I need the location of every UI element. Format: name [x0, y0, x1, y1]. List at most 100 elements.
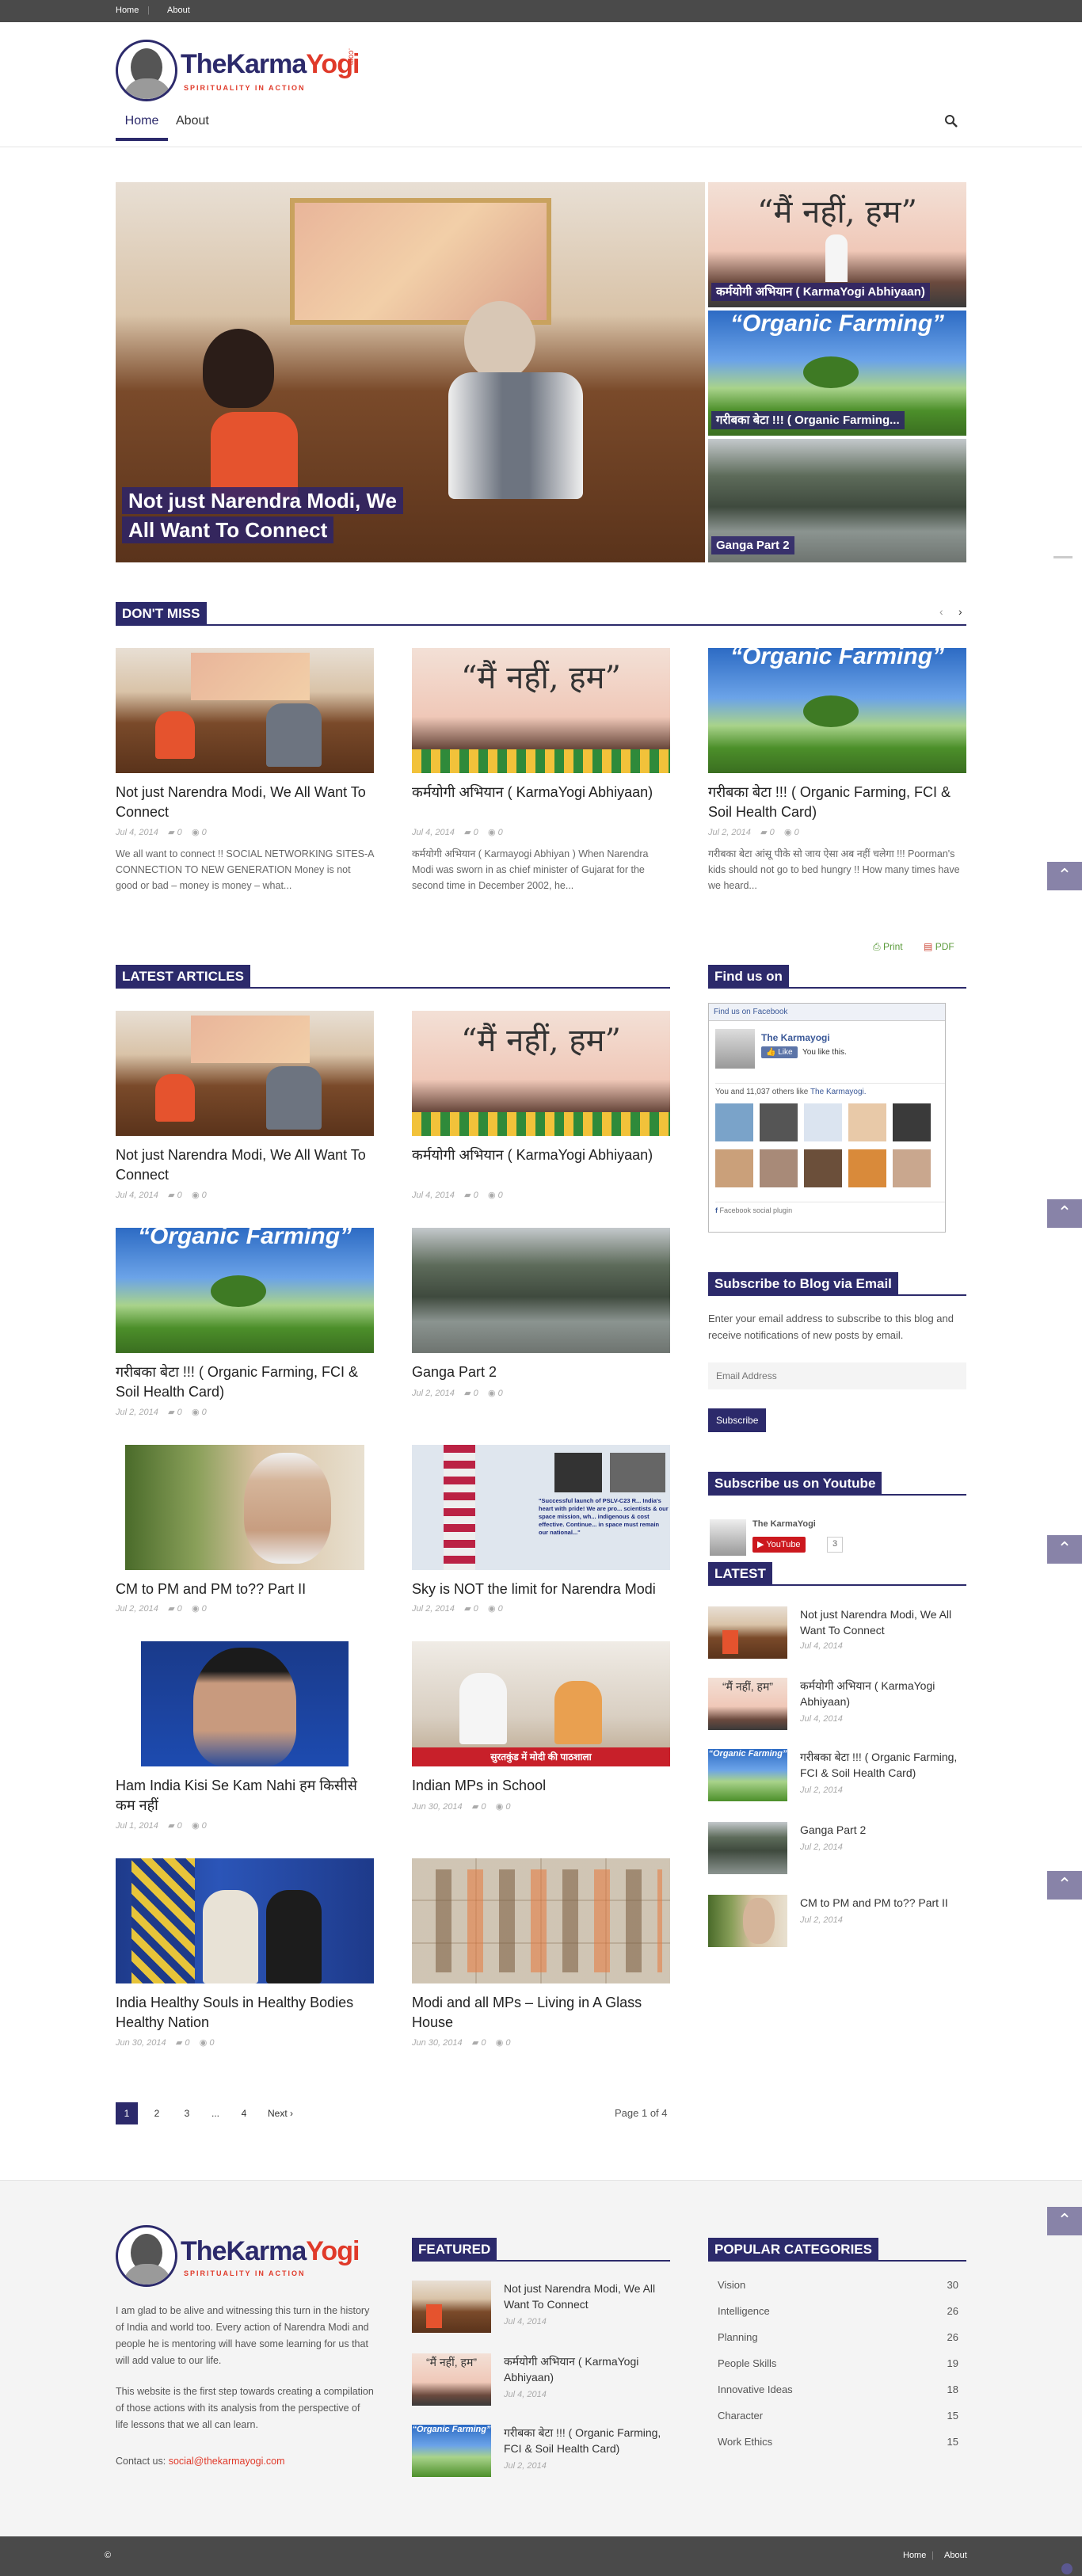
page-3-button[interactable]: 3 [176, 2102, 198, 2124]
bottom-about-link[interactable]: About [944, 2551, 967, 2560]
fan-avatar[interactable] [848, 1103, 886, 1141]
fan-avatar[interactable] [760, 1149, 798, 1187]
hero-side-3[interactable]: Ganga Part 2 [708, 439, 966, 562]
dont-miss-title-3[interactable]: गरीबका बेटा !!! ( Organic Farming, FCI &… [708, 783, 966, 822]
scroll-up-button-2[interactable]: ⌃ [1047, 1199, 1082, 1228]
latest-thumb-4[interactable] [412, 1228, 670, 1353]
hero-side-1-caption[interactable]: कर्मयोगी अभियान ( KarmaYogi Abhiyaan) [711, 283, 930, 301]
yt-subscribe-button[interactable]: ▶ YouTube [752, 1537, 806, 1553]
hero-side-3-caption[interactable]: Ganga Part 2 [711, 536, 794, 554]
featured-title-3[interactable]: गरीबका बेटा !!! ( Organic Farming, FCI &… [504, 2425, 670, 2456]
nav-about[interactable]: About [176, 114, 209, 128]
fb-like-button[interactable]: 👍 Like [761, 1046, 798, 1058]
scroll-up-button-4[interactable]: ⌃ [1047, 1871, 1082, 1900]
scroll-up-button[interactable]: ⌃ [1047, 862, 1082, 890]
fan-avatar[interactable] [804, 1149, 842, 1187]
latest-thumb-6[interactable]: "Successful launch of PSLV-C23 R... Indi… [412, 1445, 670, 1570]
latest-title-7[interactable]: Ham India Kisi Se Kam Nahi हम किसीसे कम … [116, 1776, 374, 1816]
scroll-up-button-5[interactable]: ⌃ [1047, 2207, 1082, 2235]
featured-thumb-2[interactable]: “मैं नहीं, हम” [412, 2353, 491, 2406]
latest-thumb-7[interactable] [141, 1641, 349, 1766]
latest-title-6[interactable]: Sky is NOT the limit for Narendra Modi [412, 1580, 670, 1599]
category-item[interactable]: Vision 30 [708, 2279, 966, 2305]
hero-side-2-caption[interactable]: गरीबका बेटा !!! ( Organic Farming... [711, 411, 905, 429]
logo-wordmark[interactable]: TheKarmaYogi [181, 49, 360, 80]
footer-logo-wordmark[interactable]: TheKarmaYogi [181, 2236, 360, 2267]
carousel-prev-icon[interactable]: ‹ [939, 605, 943, 618]
latest-thumb-2[interactable]: “मैं नहीं, हम” [412, 1011, 670, 1136]
scroll-up-button-3[interactable]: ⌃ [1047, 1535, 1082, 1564]
dont-miss-thumb-1[interactable] [116, 648, 374, 773]
latest-thumb-9[interactable] [116, 1858, 374, 1983]
fb-page-avatar[interactable] [715, 1029, 755, 1069]
nav-home[interactable]: Home [116, 114, 168, 141]
category-item[interactable]: Innovative Ideas 18 [708, 2384, 966, 2410]
hero-main-title[interactable]: Not just Narendra Modi, We All Want To C… [122, 486, 407, 545]
fan-avatar[interactable] [848, 1149, 886, 1187]
latest-title-2[interactable]: कर्मयोगी अभियान ( KarmaYogi Abhiyaan) [412, 1145, 670, 1165]
fan-avatar[interactable] [760, 1103, 798, 1141]
latest-title-5[interactable]: CM to PM and PM to?? Part II [116, 1580, 374, 1599]
category-item[interactable]: Intelligence 26 [708, 2305, 966, 2331]
dont-miss-title-2[interactable]: कर्मयोगी अभियान ( KarmaYogi Abhiyaan) [412, 783, 670, 802]
fan-avatar[interactable] [893, 1149, 931, 1187]
fb-page-name[interactable]: The Karmayogi [761, 1032, 830, 1043]
latest-thumb-3[interactable]: “Organic Farming” [116, 1228, 374, 1353]
sidebar-latest-thumb-3[interactable]: “Organic Farming” [708, 1749, 787, 1801]
latest-title-3[interactable]: गरीबका बेटा !!! ( Organic Farming, FCI &… [116, 1362, 374, 1402]
print-link[interactable]: ⎙ Print [873, 941, 903, 953]
carousel-next-icon[interactable]: › [958, 605, 962, 618]
dont-miss-thumb-3[interactable]: “Organic Farming” [708, 648, 966, 773]
category-item[interactable]: Planning 26 [708, 2331, 966, 2357]
latest-thumb-8[interactable]: सुरतकुंड में मोदी की पाठशाला [412, 1641, 670, 1766]
pdf-link[interactable]: ▤ PDF [924, 941, 954, 952]
latest-title-10[interactable]: Modi and all MPs – Living in A Glass Hou… [412, 1993, 670, 2033]
latest-thumb-10[interactable] [412, 1858, 670, 1983]
latest-title-9[interactable]: India Healthy Souls in Healthy Bodies He… [116, 1993, 374, 2033]
featured-thumb-3[interactable]: “Organic Farming” [412, 2425, 491, 2477]
featured-title-2[interactable]: कर्मयोगी अभियान ( KarmaYogi Abhiyaan) [504, 2353, 670, 2385]
footer-logo-emblem[interactable] [116, 2225, 177, 2287]
featured-thumb-1[interactable] [412, 2281, 491, 2333]
sidebar-latest-title-5[interactable]: CM to PM and PM to?? Part II [800, 1895, 966, 1911]
logo-emblem[interactable] [116, 40, 177, 101]
category-item[interactable]: Work Ethics 15 [708, 2436, 966, 2462]
subscribe-button[interactable]: Subscribe [708, 1408, 767, 1432]
hero-side-2[interactable]: “Organic Farming” गरीबका बेटा !!! ( Orga… [708, 311, 966, 436]
search-icon[interactable] [944, 114, 958, 128]
sidebar-latest-thumb-4[interactable] [708, 1822, 787, 1874]
page-1-button[interactable]: 1 [116, 2102, 138, 2124]
sidebar-latest-title-1[interactable]: Not just Narendra Modi, We All Want To C… [800, 1606, 966, 1638]
yt-channel-avatar[interactable] [710, 1519, 746, 1556]
latest-title-8[interactable]: Indian MPs in School [412, 1776, 670, 1796]
sidebar-latest-title-3[interactable]: गरीबका बेटा !!! ( Organic Farming, FCI &… [800, 1749, 966, 1781]
sidebar-latest-thumb-5[interactable] [708, 1895, 787, 1947]
hero-main-image[interactable]: Not just Narendra Modi, We All Want To C… [116, 182, 705, 562]
page-4-button[interactable]: 4 [233, 2102, 255, 2124]
dont-miss-thumb-2[interactable]: “मैं नहीं, हम” [412, 648, 670, 773]
latest-thumb-1[interactable] [116, 1011, 374, 1136]
sidebar-latest-title-4[interactable]: Ganga Part 2 [800, 1822, 966, 1838]
sidebar-latest-thumb-2[interactable]: “मैं नहीं, हम” [708, 1678, 787, 1730]
back-to-top-dot[interactable] [1061, 2563, 1072, 2574]
bottom-home-link[interactable]: Home [903, 2551, 926, 2560]
category-item[interactable]: People Skills 19 [708, 2357, 966, 2384]
next-page-button[interactable]: Next › [268, 2108, 293, 2119]
email-field[interactable] [708, 1362, 966, 1389]
fan-avatar[interactable] [715, 1149, 753, 1187]
hero-side-1[interactable]: “मैं नहीं, हम” कर्मयोगी अभियान ( KarmaYo… [708, 182, 966, 307]
contact-email-link[interactable]: social@thekarmayogi.com [169, 2456, 285, 2467]
sidebar-latest-title-2[interactable]: कर्मयोगी अभियान ( KarmaYogi Abhiyaan) [800, 1678, 966, 1709]
latest-thumb-5[interactable] [125, 1445, 364, 1570]
category-item[interactable]: Character 15 [708, 2410, 966, 2436]
sidebar-latest-thumb-1[interactable] [708, 1606, 787, 1659]
fan-avatar[interactable] [893, 1103, 931, 1141]
topbar-home-link[interactable]: Home [116, 6, 139, 15]
topbar-about-link[interactable]: About [167, 6, 190, 15]
fan-avatar[interactable] [715, 1103, 753, 1141]
fan-avatar[interactable] [804, 1103, 842, 1141]
page-2-button[interactable]: 2 [146, 2102, 168, 2124]
latest-title-1[interactable]: Not just Narendra Modi, We All Want To C… [116, 1145, 374, 1185]
latest-title-4[interactable]: Ganga Part 2 [412, 1362, 670, 1382]
dont-miss-title-1[interactable]: Not just Narendra Modi, We All Want To C… [116, 783, 374, 822]
